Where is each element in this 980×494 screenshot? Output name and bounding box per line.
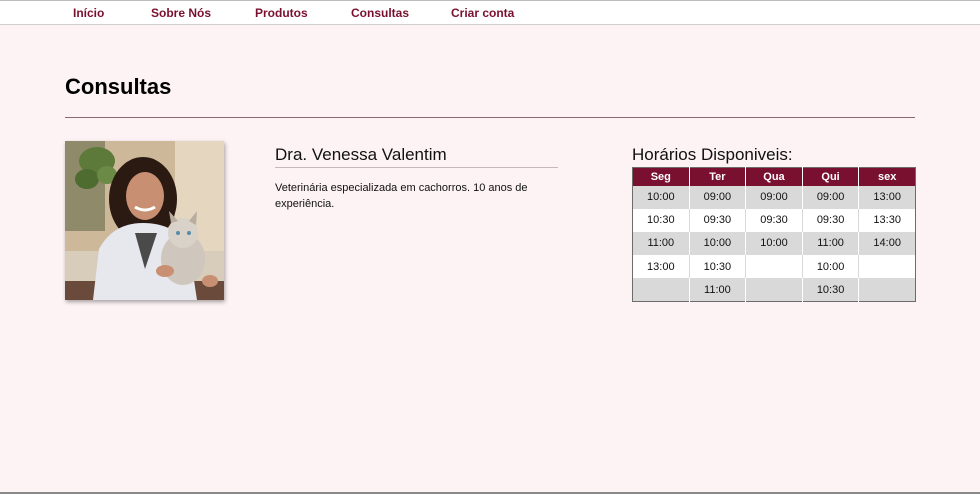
schedule-slot[interactable]: 13:00: [632, 255, 690, 279]
schedule-header-qua: Qua: [745, 167, 803, 186]
schedule-slot-empty: [858, 255, 916, 279]
top-navbar: Início Sobre Nós Produtos Consultas Cria…: [0, 0, 980, 25]
schedule-slot[interactable]: 10:30: [689, 255, 747, 279]
schedule-header-sex: sex: [858, 167, 916, 186]
schedule-slot[interactable]: 10:30: [802, 278, 860, 302]
doctor-name: Dra. Venessa Valentim: [275, 145, 447, 164]
schedule-slot[interactable]: 10:00: [802, 255, 860, 279]
schedule-row: 11:00 10:30: [632, 278, 916, 302]
nav-link-consultas[interactable]: Consultas: [351, 6, 409, 20]
schedule-header-ter: Ter: [689, 167, 747, 186]
schedule-row: 10:30 09:30 09:30 09:30 13:30: [632, 208, 916, 232]
nav-link-criar-conta[interactable]: Criar conta: [451, 6, 514, 20]
schedule-slot-empty: [745, 255, 803, 279]
nav-link-sobre-nos[interactable]: Sobre Nós: [151, 6, 211, 20]
schedule-slot[interactable]: 09:00: [802, 185, 860, 209]
schedule-slot[interactable]: 11:00: [632, 231, 690, 256]
schedule-table: Seg Ter Qua Qui sex 10:00 09:00 09:00 09…: [632, 167, 916, 302]
schedule-slot-empty: [632, 278, 690, 302]
doctor-description: Veterinária especializada em cachorros. …: [275, 182, 528, 210]
schedule-slot[interactable]: 09:30: [745, 208, 803, 232]
nav-link-inicio[interactable]: Início: [73, 6, 104, 20]
schedule-header-qui: Qui: [802, 167, 860, 186]
schedule-slot[interactable]: 09:00: [745, 185, 803, 209]
schedule-row: 10:00 09:00 09:00 09:00 13:00: [632, 185, 916, 209]
schedule-slot[interactable]: 13:30: [858, 208, 916, 232]
schedule-slot[interactable]: 09:30: [689, 208, 747, 232]
schedule-slot[interactable]: 10:00: [745, 231, 803, 256]
nav-link-produtos[interactable]: Produtos: [255, 6, 308, 20]
schedule-slot[interactable]: 09:30: [802, 208, 860, 232]
schedule-slot[interactable]: 10:00: [632, 185, 690, 209]
schedule-row: 13:00 10:30 10:00: [632, 255, 916, 279]
schedule-slot-empty: [745, 278, 803, 302]
schedule-slot[interactable]: 10:00: [689, 231, 747, 256]
schedule-slot[interactable]: 09:00: [689, 185, 747, 209]
schedule-slot[interactable]: 13:00: [858, 185, 916, 209]
schedule-slot[interactable]: 14:00: [858, 231, 916, 256]
doctor-photo: [65, 141, 224, 300]
doctor-name-divider: [275, 167, 558, 168]
schedule-header-row: Seg Ter Qua Qui sex: [632, 167, 916, 186]
title-divider: [65, 117, 915, 118]
schedule-title: Horários Disponiveis:: [632, 145, 793, 164]
schedule-slot[interactable]: 11:00: [689, 278, 747, 302]
schedule-row: 11:00 10:00 10:00 11:00 14:00: [632, 231, 916, 256]
schedule-slot[interactable]: 11:00: [802, 231, 860, 256]
schedule-slot-empty: [858, 278, 916, 302]
page-title: Consultas: [65, 74, 172, 99]
schedule-slot[interactable]: 10:30: [632, 208, 690, 232]
schedule-header-seg: Seg: [632, 167, 690, 186]
